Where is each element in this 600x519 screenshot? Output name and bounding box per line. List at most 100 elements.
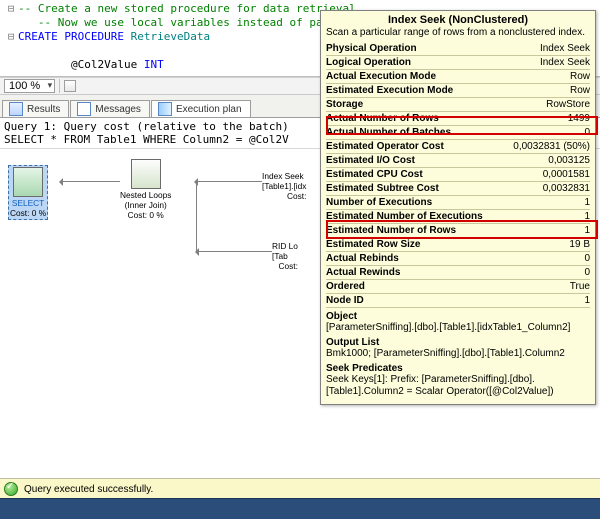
tooltip-row: Actual Number of Batches 0 xyxy=(326,126,590,140)
tooltip-seek: Seek Keys[1]: Prefix: [ParameterSniffing… xyxy=(326,374,590,386)
tooltip-value: 1 xyxy=(584,294,590,307)
tooltip-value: True xyxy=(570,280,590,293)
connection-bar xyxy=(0,498,600,519)
tooltip-key: Estimated Number of Executions xyxy=(326,210,483,223)
plan-node-sub: [Tab xyxy=(272,251,298,261)
tooltip-value: Row xyxy=(570,70,590,83)
tooltip-key: Estimated Subtree Cost xyxy=(326,182,439,195)
plan-node-select[interactable]: SELECT Cost: 0 % xyxy=(8,165,48,220)
tooltip-row: Actual Rebinds 0 xyxy=(326,252,590,266)
tooltip-row: Estimated CPU Cost 0,0001581 xyxy=(326,168,590,182)
tooltip-section: Object xyxy=(326,311,590,322)
plan-node-nested-loops[interactable]: Nested Loops (Inner Join) Cost: 0 % xyxy=(120,159,171,220)
tab-label: Results xyxy=(27,104,60,115)
tooltip-key: Estimated Number of Rows xyxy=(326,224,456,237)
plan-node-cost: Cost: 0 % xyxy=(10,208,46,218)
tooltip-key: Estimated Row Size xyxy=(326,238,420,251)
nested-loops-icon xyxy=(131,159,161,189)
tooltip-output: Bmk1000; [ParameterSniffing].[dbo].[Tabl… xyxy=(326,348,590,360)
tooltip-row: Node ID1 xyxy=(326,294,590,308)
plan-node-cost: Cost: xyxy=(272,261,298,271)
plan-arrow xyxy=(196,181,197,251)
tooltip-key: Estimated I/O Cost xyxy=(326,154,415,167)
tab-label: Messages xyxy=(95,104,141,115)
plan-node-label: RID Lo xyxy=(272,241,298,251)
tooltip-key: Actual Rewinds xyxy=(326,266,400,279)
select-icon xyxy=(13,167,43,197)
plan-node-label: Index Seek xyxy=(262,171,306,181)
plan-arrow xyxy=(196,251,272,252)
tooltip-desc: Scan a particular range of rows from a n… xyxy=(326,27,590,38)
tooltip-value: 0 xyxy=(584,252,590,265)
messages-icon xyxy=(77,102,91,116)
zoom-value: 100 % xyxy=(9,80,40,92)
tooltip-value: 0 xyxy=(584,266,590,279)
tooltip-key: Physical Operation xyxy=(326,42,417,55)
tooltip-section: Output List xyxy=(326,337,590,348)
status-bar: Query executed successfully. xyxy=(0,478,600,499)
tooltip-key: Actual Number of Batches xyxy=(326,126,451,139)
tooltip-row: Ordered True xyxy=(326,280,590,294)
tooltip-row: Estimated Execution Mode Row xyxy=(326,84,590,98)
tooltip-value: 0,0001581 xyxy=(543,168,590,181)
tooltip-value: 1499 xyxy=(568,112,590,125)
tab-label: Execution plan xyxy=(176,104,242,115)
tooltip-row: Actual Execution Mode Row xyxy=(326,70,590,84)
plan-node-sub: [Table1].[idx xyxy=(262,181,306,191)
tooltip-value: Index Seek xyxy=(540,42,590,55)
tab-results[interactable]: Results xyxy=(2,100,69,117)
fold-gutter[interactable]: ⊟ xyxy=(6,2,16,16)
tooltip-value: 1 xyxy=(584,196,590,209)
tooltip-title: Index Seek (NonClustered) xyxy=(326,14,590,26)
tooltip-value: 0,0032831 xyxy=(543,182,590,195)
code-kw: INT xyxy=(144,58,164,71)
execution-plan-icon xyxy=(158,102,172,116)
plan-node-label: Nested Loops xyxy=(120,190,171,200)
tooltip-row: Actual Rewinds 0 xyxy=(326,266,590,280)
tooltip-value: Row xyxy=(570,84,590,97)
tooltip-row: Estimated Subtree Cost 0,0032831 xyxy=(326,182,590,196)
tooltip-value: 0,003125 xyxy=(548,154,590,167)
tooltip-key: Storage xyxy=(326,98,363,111)
tooltip-key: Estimated CPU Cost xyxy=(326,168,423,181)
tooltip-row: Estimated Number of Rows1 xyxy=(326,224,590,238)
tooltip-key: Logical Operation xyxy=(326,56,411,69)
grid-icon xyxy=(9,102,23,116)
tooltip-value: 0 xyxy=(584,126,590,139)
tooltip-value: 19 B xyxy=(569,238,590,251)
tooltip-key: Estimated Execution Mode xyxy=(326,84,453,97)
tooltip-value: Index Seek xyxy=(540,56,590,69)
tooltip-row: StorageRowStore xyxy=(326,98,590,112)
code-ident: RetrieveData xyxy=(131,30,210,43)
tooltip-row: Actual Number of Rows 1499 xyxy=(326,112,590,126)
separator xyxy=(59,79,60,93)
tooltip-row: Estimated Number of Executions 1 xyxy=(326,210,590,224)
tooltip-section: Seek Predicates xyxy=(326,363,590,374)
tooltip-value: 1 xyxy=(584,210,590,223)
tooltip-seek: [Table1].Column2 = Scalar Operator([@Col… xyxy=(326,386,590,398)
tooltip-row: Physical Operation Index Seek xyxy=(326,42,590,56)
tooltip-row: Number of Executions1 xyxy=(326,196,590,210)
plan-node-index-seek[interactable]: Index Seek [Table1].[idx Cost: xyxy=(262,171,306,201)
tooltip-object: [ParameterSniffing].[dbo].[Table1].[idxT… xyxy=(326,322,590,334)
code-kw: CREATE PROCEDURE xyxy=(18,30,131,43)
plan-node-rid-lookup[interactable]: RID Lo [Tab Cost: xyxy=(272,241,298,271)
tooltip-row: Estimated Operator Cost0,0032831 (50%) xyxy=(326,140,590,154)
tooltip-row: Estimated Row Size 19 B xyxy=(326,238,590,252)
tooltip-key: Actual Rebinds xyxy=(326,252,399,265)
tooltip-key: Estimated Operator Cost xyxy=(326,140,444,153)
success-icon xyxy=(4,482,18,496)
tooltip-key: Actual Execution Mode xyxy=(326,70,436,83)
tooltip-key: Ordered xyxy=(326,280,365,293)
zoom-combo[interactable]: 100 % xyxy=(4,79,55,93)
tooltip-row: Estimated I/O Cost 0,003125 xyxy=(326,154,590,168)
plan-arrow xyxy=(195,181,262,182)
plan-arrow xyxy=(60,181,120,182)
tooltip-key: Actual Number of Rows xyxy=(326,112,439,125)
operator-tooltip: Index Seek (NonClustered) Scan a particu… xyxy=(320,10,596,405)
fold-gutter[interactable]: ⊟ xyxy=(6,30,16,44)
tab-execution-plan[interactable]: Execution plan xyxy=(151,100,251,117)
tab-messages[interactable]: Messages xyxy=(70,100,150,117)
toolbar-button[interactable] xyxy=(64,80,76,92)
code-line: -- Create a new stored procedure for dat… xyxy=(18,2,362,15)
